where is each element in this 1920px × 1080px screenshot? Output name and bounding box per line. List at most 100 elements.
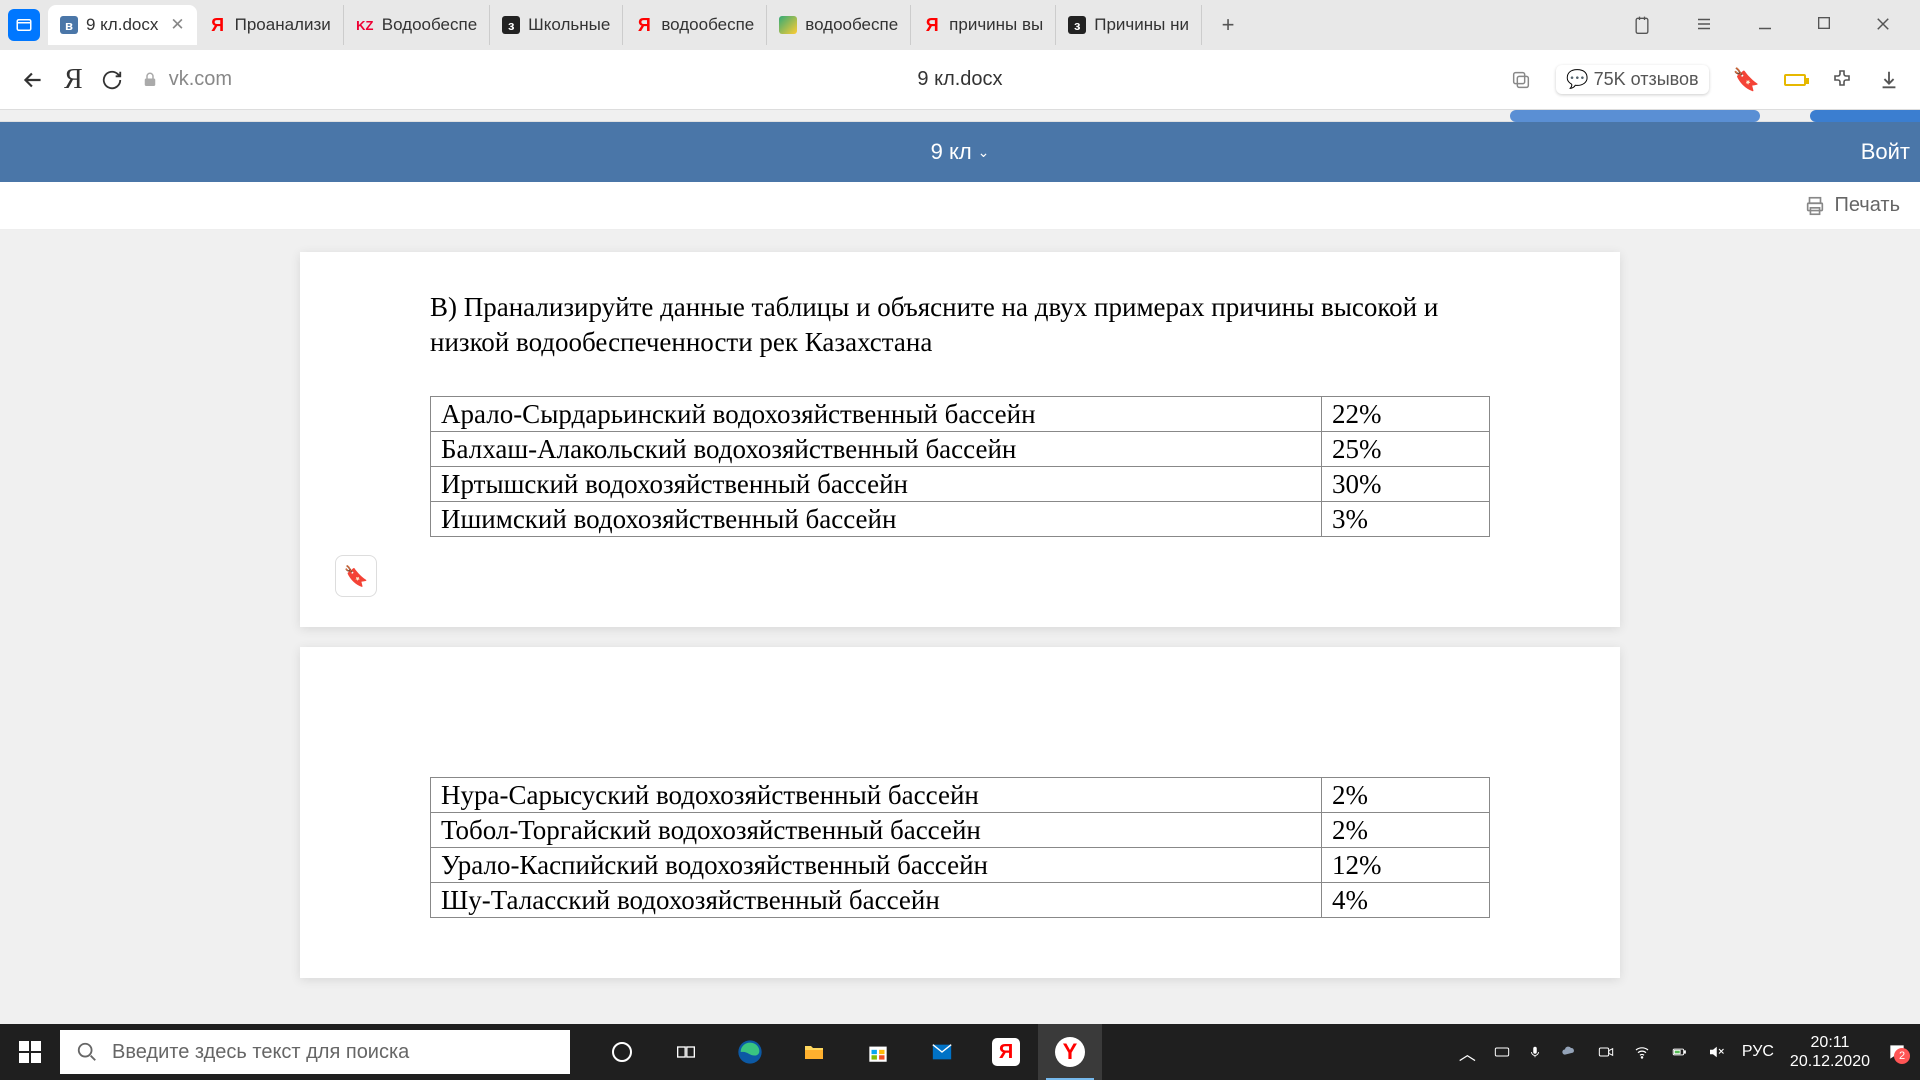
close-icon[interactable]: ✕ bbox=[170, 15, 184, 35]
task-text: В) Пранализируйте данные таблицы и объяс… bbox=[430, 290, 1490, 360]
extensions-puzzle-icon[interactable] bbox=[1830, 68, 1854, 92]
doc-name: 9 кл bbox=[931, 139, 972, 165]
vk-doc-header: 9 кл ⌄ Войт bbox=[0, 122, 1920, 182]
tab-label: Водообеспе bbox=[382, 15, 477, 35]
url-bar: Я vk.com 9 кл.docx 💬 75K отзывов 🔖 bbox=[0, 50, 1920, 110]
edge-icon[interactable] bbox=[718, 1024, 782, 1080]
doc-name-dropdown[interactable]: 9 кл ⌄ bbox=[931, 139, 990, 165]
onedrive-icon[interactable] bbox=[1558, 1044, 1580, 1060]
chevron-down-icon: ⌄ bbox=[978, 144, 990, 161]
lock-icon bbox=[141, 71, 159, 89]
document-page-2: Нура-Сарысуский водохозяйственный бассей… bbox=[300, 647, 1620, 978]
back-button[interactable] bbox=[20, 67, 46, 93]
document-page-1: В) Пранализируйте данные таблицы и объяс… bbox=[300, 252, 1620, 627]
basin-table-1: Арало-Сырдарьинский водохозяйственный ба… bbox=[430, 396, 1490, 537]
language-indicator[interactable]: РУС bbox=[1742, 1043, 1774, 1061]
tab[interactable]: з Причины ни bbox=[1056, 5, 1202, 45]
tab[interactable]: водообеспе bbox=[767, 5, 911, 45]
image-icon bbox=[779, 16, 797, 34]
copy-icon[interactable] bbox=[1510, 69, 1532, 91]
reload-button[interactable] bbox=[101, 69, 123, 91]
kz-icon: KZ bbox=[356, 16, 374, 34]
sidebar-app-icon[interactable] bbox=[8, 9, 40, 41]
search-placeholder: Введите здесь текст для поиска bbox=[112, 1041, 409, 1064]
tab-label: Проанализи bbox=[235, 15, 331, 35]
notifications-icon[interactable]: 2 bbox=[1886, 1042, 1908, 1062]
search-icon bbox=[76, 1041, 98, 1063]
table-row: Ишимский водохозяйственный бассейн3% bbox=[431, 502, 1490, 537]
vk-icon: в bbox=[60, 16, 78, 34]
url-text: vk.com bbox=[169, 68, 232, 91]
znanija-icon: з bbox=[502, 16, 520, 34]
date-text: 20.12.2020 bbox=[1790, 1052, 1870, 1071]
window-controls bbox=[1624, 11, 1912, 39]
bookmark-page-button[interactable]: 🔖 bbox=[335, 555, 377, 597]
tab[interactable]: KZ Водообеспе bbox=[344, 5, 490, 45]
extensions-icon[interactable] bbox=[1624, 11, 1660, 39]
windows-taskbar: Введите здесь текст для поиска Я Y ︿ РУС… bbox=[0, 1024, 1920, 1080]
browser-tab-strip: в 9 кл.docx ✕ Я Проанализи KZ Водообеспе… bbox=[0, 0, 1920, 50]
wifi-icon[interactable] bbox=[1632, 1044, 1652, 1060]
clock[interactable]: 20:11 20.12.2020 bbox=[1790, 1033, 1870, 1071]
table-row: Иртышский водохозяйственный бассейн30% bbox=[431, 467, 1490, 502]
tray-chevron-icon[interactable]: ︿ bbox=[1459, 1040, 1476, 1065]
tab-label: водообеспе bbox=[661, 15, 754, 35]
yandex-icon: Я bbox=[635, 16, 653, 34]
accent-divider bbox=[0, 110, 1920, 122]
keyboard-icon[interactable] bbox=[1492, 1044, 1512, 1060]
table-row: Шу-Таласский водохозяйственный бассейн4% bbox=[431, 883, 1490, 918]
notif-count: 2 bbox=[1894, 1048, 1910, 1064]
reviews-badge[interactable]: 💬 75K отзывов bbox=[1556, 65, 1708, 94]
print-button[interactable]: Печать bbox=[1804, 194, 1900, 217]
znanija-icon: з bbox=[1068, 16, 1086, 34]
tab-label: Причины ни bbox=[1094, 15, 1189, 35]
tab[interactable]: з Школьные bbox=[490, 5, 623, 45]
table-row: Балхаш-Алакольский водохозяйственный бас… bbox=[431, 432, 1490, 467]
yandex-browser-icon[interactable]: Y bbox=[1038, 1024, 1102, 1080]
page-title: 9 кл.docx bbox=[917, 68, 1002, 91]
tab[interactable]: Я водообеспе bbox=[623, 5, 767, 45]
yandex-icon: Я bbox=[209, 16, 227, 34]
windows-logo-icon bbox=[19, 1041, 41, 1063]
print-label: Печать bbox=[1834, 194, 1900, 217]
yandex-icon: Я bbox=[923, 16, 941, 34]
task-view-icon[interactable] bbox=[654, 1024, 718, 1080]
tab-active[interactable]: в 9 кл.docx ✕ bbox=[48, 5, 197, 45]
file-explorer-icon[interactable] bbox=[782, 1024, 846, 1080]
table-row: Тобол-Торгайский водохозяйственный бассе… bbox=[431, 813, 1490, 848]
download-icon[interactable] bbox=[1878, 69, 1900, 91]
tab-label: 9 кл.docx bbox=[86, 15, 158, 35]
menu-icon[interactable] bbox=[1686, 11, 1722, 39]
close-window-icon[interactable] bbox=[1866, 11, 1900, 39]
table-row: Арало-Сырдарьинский водохозяйственный ба… bbox=[431, 397, 1490, 432]
yandex-app-icon[interactable]: Я bbox=[974, 1024, 1038, 1080]
tab-label: причины вы bbox=[949, 15, 1043, 35]
content-area: В) Пранализируйте данные таблицы и объяс… bbox=[0, 230, 1920, 1024]
minimize-icon[interactable] bbox=[1748, 11, 1782, 39]
yandex-home-icon[interactable]: Я bbox=[64, 64, 83, 96]
meet-now-icon[interactable] bbox=[1596, 1044, 1616, 1060]
tab[interactable]: Я причины вы bbox=[911, 5, 1056, 45]
time-text: 20:11 bbox=[1790, 1033, 1870, 1052]
store-icon[interactable] bbox=[846, 1024, 910, 1080]
login-button[interactable]: Войт bbox=[1851, 139, 1920, 165]
basin-table-2: Нура-Сарысуский водохозяйственный бассей… bbox=[430, 777, 1490, 918]
bookmark-icon[interactable]: 🔖 bbox=[1733, 67, 1760, 93]
start-button[interactable] bbox=[0, 1024, 60, 1080]
table-row: Урало-Каспийский водохозяйственный бассе… bbox=[431, 848, 1490, 883]
mail-icon[interactable] bbox=[910, 1024, 974, 1080]
volume-mute-icon[interactable] bbox=[1706, 1043, 1726, 1061]
taskbar-search[interactable]: Введите здесь текст для поиска bbox=[60, 1030, 570, 1074]
mic-icon[interactable] bbox=[1528, 1043, 1542, 1061]
tab-label: Школьные bbox=[528, 15, 610, 35]
maximize-icon[interactable] bbox=[1808, 11, 1840, 39]
tab[interactable]: Я Проанализи bbox=[197, 5, 344, 45]
toolbar-row: Печать bbox=[0, 182, 1920, 230]
tab-label: водообеспе bbox=[805, 15, 898, 35]
table-row: Нура-Сарысуский водохозяйственный бассей… bbox=[431, 778, 1490, 813]
battery-tray-icon[interactable] bbox=[1668, 1045, 1690, 1059]
url-field[interactable]: vk.com bbox=[141, 68, 232, 91]
cortana-icon[interactable] bbox=[590, 1024, 654, 1080]
new-tab-button[interactable]: + bbox=[1212, 9, 1244, 41]
battery-icon bbox=[1784, 74, 1806, 86]
